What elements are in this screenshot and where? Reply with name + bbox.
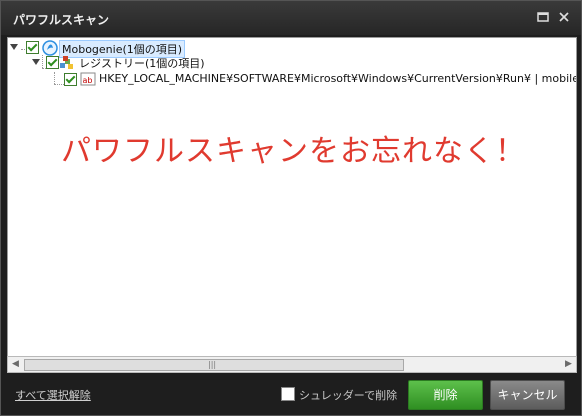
cancel-button[interactable]: キャンセル (490, 380, 565, 410)
dialog-footer: すべて選択解除 シュレッダーで削除 削除 キャンセル (1, 373, 581, 415)
tree-line-entry-horizontal (54, 84, 64, 85)
horizontal-scrollbar[interactable]: ◀ ||| ▶ (7, 356, 577, 373)
expand-root-icon[interactable] (10, 44, 18, 50)
registry-icon (59, 55, 75, 74)
delete-button[interactable]: 削除 (408, 380, 483, 410)
registry-checkbox[interactable] (46, 56, 59, 69)
root-checkbox[interactable] (26, 41, 39, 54)
close-icon[interactable] (557, 10, 571, 24)
horizontal-scroll-thumb[interactable]: ||| (24, 359, 404, 371)
svg-text:ab: ab (83, 76, 93, 85)
window-title: パワフルスキャン (13, 13, 110, 27)
maximize-icon[interactable] (536, 10, 550, 24)
scan-results-tree: Mobogenie(1個の項目) レジストリー(1個の項目) ab HKEY_L… (7, 37, 577, 357)
title-bar[interactable]: パワフルスキャン (1, 1, 581, 35)
registry-entry-label[interactable]: HKEY_LOCAL_MACHINE¥SOFTWARE¥Microsoft¥Wi… (99, 72, 576, 85)
scroll-left-arrow-icon[interactable]: ◀ (8, 357, 23, 372)
deselect-all-link[interactable]: すべて選択解除 (15, 387, 91, 403)
registry-entry-checkbox[interactable] (64, 73, 77, 86)
scroll-right-arrow-icon[interactable]: ▶ (561, 357, 576, 372)
scan-reminder-overlay: パワフルスキャンをお忘れなく！ (61, 134, 526, 169)
expand-registry-icon[interactable] (32, 59, 40, 65)
scroll-grip-icon: ||| (208, 360, 217, 369)
tree-line-entry (54, 72, 56, 84)
registry-value-ab-icon: ab (80, 71, 96, 90)
shredder-label[interactable]: シュレッダーで削除 (299, 387, 397, 403)
shredder-checkbox[interactable] (281, 387, 295, 401)
registry-node-label[interactable]: レジストリー(1個の項目) (79, 55, 205, 71)
powerful-scan-window: パワフルスキャン Mobogenie(1個の項目) レジストリー(1個の項目) … (0, 0, 582, 416)
